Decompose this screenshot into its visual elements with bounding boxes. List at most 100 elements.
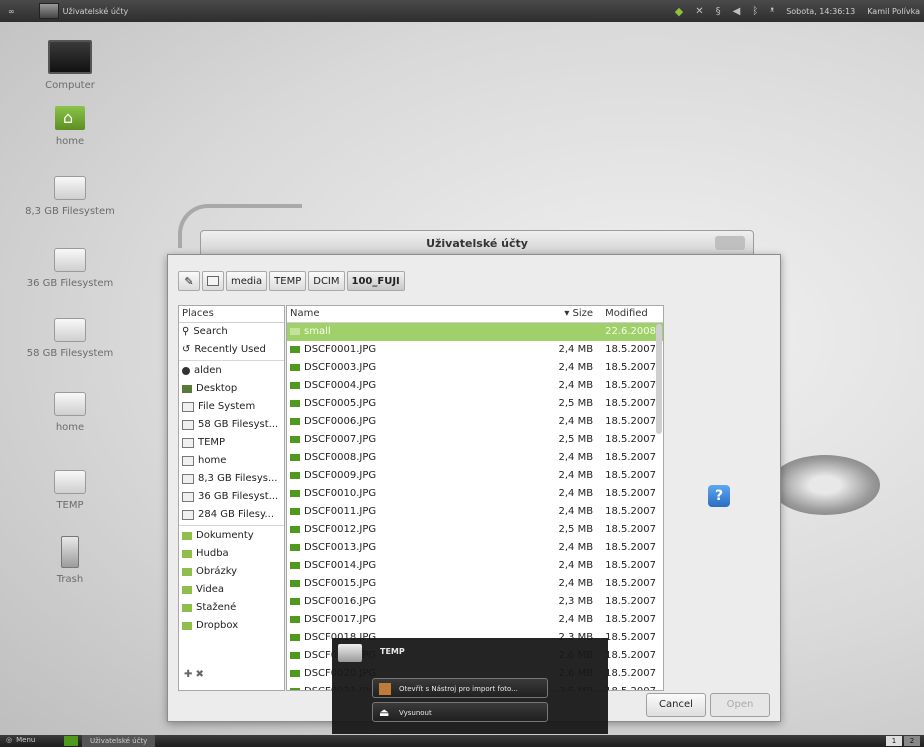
place-label: Stažené xyxy=(196,602,237,613)
place-videa[interactable]: Videa xyxy=(179,581,284,599)
sync-icon[interactable]: § xyxy=(716,6,721,17)
desktop-icon-36gb[interactable]: 36 GB Filesystem xyxy=(0,248,140,289)
place-label: TEMP xyxy=(198,437,226,448)
show-desktop-icon[interactable] xyxy=(64,736,78,746)
drive-root-button[interactable] xyxy=(202,271,224,291)
wifi-icon[interactable]: ᵜ xyxy=(770,6,774,17)
pencil-icon: ✎ xyxy=(184,274,194,288)
place-8gb[interactable]: 8,3 GB Filesys... xyxy=(179,470,284,488)
place-label: Obrázky xyxy=(196,566,238,577)
file-row[interactable]: DSCF0014.JPG 2,4 MB 18.5.2007 xyxy=(287,557,663,575)
file-row[interactable]: DSCF0001.JPG 2,4 MB 18.5.2007 xyxy=(287,341,663,359)
desktop-icon-8gb[interactable]: 8,3 GB Filesystem xyxy=(0,176,140,217)
taskbar-item[interactable]: Uživatelské účty xyxy=(64,735,156,747)
menu-applet[interactable]: ∞ xyxy=(8,7,15,16)
desktop-icon-58gb[interactable]: 58 GB Filesystem xyxy=(0,318,140,359)
place-home[interactable]: alden xyxy=(179,362,284,380)
place-dokumenty[interactable]: Dokumenty xyxy=(179,527,284,545)
file-row[interactable]: DSCF0009.JPG 2,4 MB 18.5.2007 xyxy=(287,467,663,485)
open-import-tool-button[interactable]: Otevřít s Nástroj pro import foto... xyxy=(372,678,548,698)
image-file-icon xyxy=(290,615,300,623)
place-recent[interactable]: ↺ Recently Used xyxy=(179,341,284,359)
path-segment[interactable]: DCIM xyxy=(308,271,345,291)
scrollbar[interactable] xyxy=(656,324,662,434)
window-controls[interactable] xyxy=(715,236,745,250)
place-temp[interactable]: TEMP xyxy=(179,434,284,452)
file-name: small xyxy=(287,323,529,341)
file-row[interactable]: DSCF0004.JPG 2,4 MB 18.5.2007 xyxy=(287,377,663,395)
home-folder-icon xyxy=(55,106,85,130)
cancel-button[interactable]: Cancel xyxy=(646,693,706,717)
file-row[interactable]: DSCF0010.JPG 2,4 MB 18.5.2007 xyxy=(287,485,663,503)
workspace-1[interactable]: 1 xyxy=(886,736,902,746)
image-file-icon xyxy=(290,399,300,407)
file-row[interactable]: DSCF0003.JPG 2,4 MB 18.5.2007 xyxy=(287,359,663,377)
place-search[interactable]: ⚲ Search xyxy=(179,323,284,341)
path-segment[interactable]: media xyxy=(226,271,268,291)
eject-button[interactable]: ⏏ Vysunout xyxy=(372,702,548,722)
file-modified: 18.5.2007 xyxy=(605,344,656,355)
file-row[interactable]: DSCF0008.JPG 2,4 MB 18.5.2007 xyxy=(287,449,663,467)
file-name: DSCF0004.JPG xyxy=(287,377,529,395)
drive-icon xyxy=(54,318,86,342)
file-row[interactable]: DSCF0007.JPG 2,5 MB 18.5.2007 xyxy=(287,431,663,449)
file-row[interactable]: DSCF0012.JPG 2,5 MB 18.5.2007 xyxy=(287,521,663,539)
open-button[interactable]: Open xyxy=(710,693,770,717)
file-row[interactable]: DSCF0013.JPG 2,4 MB 18.5.2007 xyxy=(287,539,663,557)
menu-button[interactable]: ◎ Menu xyxy=(6,736,35,744)
place-label: home xyxy=(198,455,227,466)
top-panel-app[interactable]: Uživatelské účty xyxy=(38,3,128,19)
bluetooth-icon[interactable]: ᛒ xyxy=(752,6,758,17)
place-desktop[interactable]: Desktop xyxy=(179,380,284,398)
search-icon: ⚲ xyxy=(182,326,190,337)
recent-icon: ↺ xyxy=(182,344,191,355)
help-button[interactable]: ? xyxy=(708,485,730,507)
file-size: 2,4 MB xyxy=(558,470,594,481)
add-remove-bookmark-buttons[interactable]: ✚ ✖ xyxy=(184,669,204,680)
place-58gb[interactable]: 58 GB Filesyst... xyxy=(179,416,284,434)
column-modified[interactable]: Modified xyxy=(599,306,663,322)
file-row[interactable]: DSCF0006.JPG 2,4 MB 18.5.2007 xyxy=(287,413,663,431)
image-file-icon xyxy=(290,507,300,515)
place-label: Desktop xyxy=(196,383,238,394)
file-row[interactable]: DSCF0016.JPG 2,3 MB 18.5.2007 xyxy=(287,593,663,611)
desktop-icon-trash[interactable]: Trash xyxy=(0,536,140,585)
clock[interactable]: Sobota, 14:36:13 xyxy=(786,7,855,16)
place-stazene[interactable]: Stažené xyxy=(179,599,284,617)
volume-icon[interactable]: ◀ xyxy=(733,6,741,17)
place-obrazky[interactable]: Obrázky xyxy=(179,563,284,581)
path-segment[interactable]: TEMP xyxy=(269,271,307,291)
file-row[interactable]: DSCF0015.JPG 2,4 MB 18.5.2007 xyxy=(287,575,663,593)
column-size[interactable]: ▾ Size xyxy=(529,306,599,322)
file-row[interactable]: small 22.6.2008 xyxy=(287,323,663,341)
file-row[interactable]: DSCF0011.JPG 2,4 MB 18.5.2007 xyxy=(287,503,663,521)
workspace-2[interactable]: 2 xyxy=(904,736,920,746)
place-hudba[interactable]: Hudba xyxy=(179,545,284,563)
desktop-icon-home-drive[interactable]: home xyxy=(0,392,140,433)
shield-icon[interactable]: ◆ xyxy=(675,5,683,18)
file-name: DSCF0017.JPG xyxy=(287,611,529,629)
file-size: 2,4 MB xyxy=(558,488,594,499)
file-row[interactable]: DSCF0017.JPG 2,4 MB 18.5.2007 xyxy=(287,611,663,629)
path-segment-current[interactable]: 100_FUJI xyxy=(346,271,405,291)
device-notification: TEMP Otevřít s Nástroj pro import foto..… xyxy=(332,638,608,734)
file-name: DSCF0015.JPG xyxy=(287,575,529,593)
place-label: Videa xyxy=(196,584,225,595)
taskbar-label: Uživatelské účty xyxy=(82,735,156,747)
place-filesystem[interactable]: File System xyxy=(179,398,284,416)
file-name-text: DSCF0012.JPG xyxy=(304,524,377,535)
action-label: Vysunout xyxy=(399,709,432,717)
desktop-icon-computer[interactable]: Computer xyxy=(0,40,140,91)
place-284gb[interactable]: 284 GB Filesy... xyxy=(179,506,284,524)
place-dropbox[interactable]: Dropbox xyxy=(179,617,284,635)
place-36gb[interactable]: 36 GB Filesyst... xyxy=(179,488,284,506)
edit-location-button[interactable]: ✎ xyxy=(178,271,200,291)
desktop-icon-temp[interactable]: TEMP xyxy=(0,470,140,511)
image-file-icon xyxy=(290,525,300,533)
network-icon[interactable]: ✕ xyxy=(695,6,703,17)
user-menu[interactable]: Kamil Polívka xyxy=(867,7,920,16)
file-row[interactable]: DSCF0005.JPG 2,5 MB 18.5.2007 xyxy=(287,395,663,413)
desktop-icon-home[interactable]: home xyxy=(0,106,140,147)
column-name[interactable]: Name xyxy=(287,306,529,322)
place-home-drive[interactable]: home xyxy=(179,452,284,470)
